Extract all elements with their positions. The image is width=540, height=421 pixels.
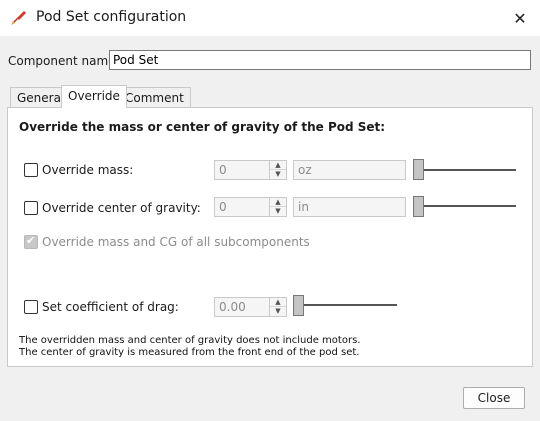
override-cg-checkbox[interactable]	[24, 201, 38, 215]
drag-spinner[interactable]: 0.00 ▲ ▼	[214, 297, 287, 317]
tab-comment[interactable]: Comment	[118, 87, 191, 107]
window-close-button[interactable]: ✕	[502, 4, 538, 32]
footnote-motors: The overridden mass and center of gravit…	[19, 335, 361, 346]
set-drag-label: Set coefficient of drag:	[42, 300, 179, 314]
mass-increment-arrow-icon[interactable]: ▲	[270, 161, 286, 170]
window-title: Pod Set configuration	[36, 9, 187, 25]
component-name-input[interactable]	[109, 50, 531, 70]
close-icon: ✕	[513, 8, 527, 28]
drag-decrement-arrow-icon[interactable]: ▼	[270, 307, 286, 316]
close-button[interactable]: Close	[463, 387, 525, 409]
cg-value: 0	[219, 200, 227, 214]
override-cg-label: Override center of gravity:	[42, 201, 201, 215]
override-subcomponents-checkbox[interactable]: ✔	[24, 234, 38, 249]
drag-slider-thumb[interactable]	[293, 295, 304, 316]
override-panel: Override the mass or center of gravity o…	[7, 107, 533, 367]
mass-spinner[interactable]: 0 ▲ ▼	[214, 160, 287, 180]
mass-decrement-arrow-icon[interactable]: ▼	[270, 170, 286, 179]
tab-override[interactable]: Override	[61, 85, 127, 108]
cg-slider-track[interactable]	[420, 205, 516, 207]
cg-decrement-arrow-icon[interactable]: ▼	[270, 207, 286, 216]
override-mass-checkbox[interactable]	[24, 163, 38, 177]
override-heading: Override the mass or center of gravity o…	[19, 120, 386, 134]
mass-unit-select[interactable]: oz	[293, 160, 406, 180]
cg-spinner[interactable]: 0 ▲ ▼	[214, 197, 287, 217]
mass-slider-track[interactable]	[420, 169, 516, 171]
title-bar: Pod Set configuration ✕	[0, 0, 540, 36]
drag-value: 0.00	[219, 300, 246, 314]
cg-unit-select[interactable]: in	[293, 197, 406, 217]
drag-slider-track[interactable]	[298, 304, 397, 306]
component-name-label: Component name:	[8, 54, 120, 68]
mass-value: 0	[219, 163, 227, 177]
mass-slider-thumb[interactable]	[413, 159, 424, 180]
checkmark-icon: ✔	[26, 234, 36, 247]
cg-slider-thumb[interactable]	[413, 196, 424, 217]
override-mass-label: Override mass:	[42, 163, 134, 177]
footnote-cg-reference: The center of gravity is measured from t…	[19, 347, 360, 358]
set-drag-checkbox[interactable]	[24, 300, 38, 314]
override-subcomponents-label: Override mass and CG of all subcomponent…	[42, 235, 310, 249]
drag-increment-arrow-icon[interactable]: ▲	[270, 298, 286, 307]
cg-increment-arrow-icon[interactable]: ▲	[270, 198, 286, 207]
rocket-icon	[11, 11, 26, 25]
